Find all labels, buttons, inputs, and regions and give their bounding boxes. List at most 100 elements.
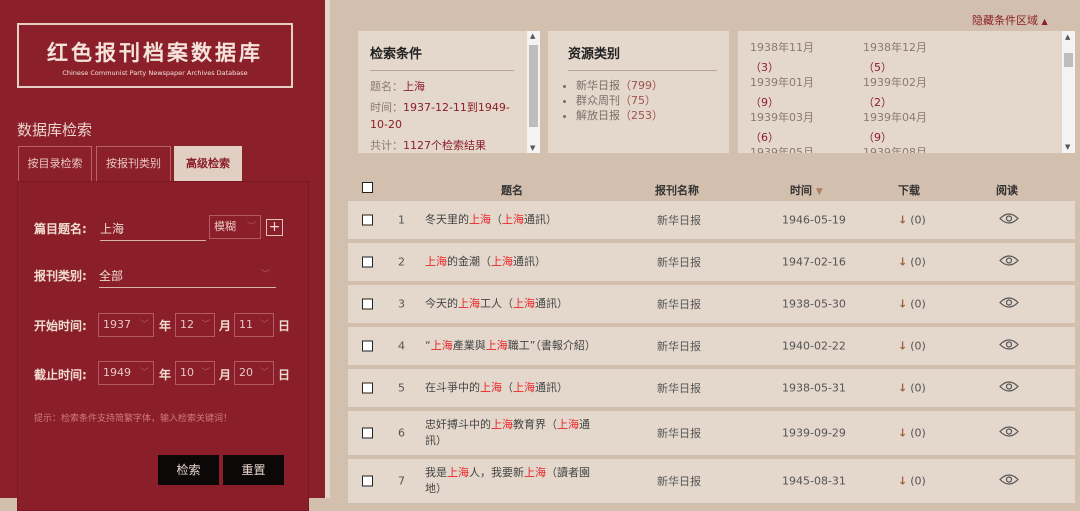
download-button[interactable]: ↓ (0) <box>898 214 926 227</box>
month-scrollbar[interactable]: ▲ ▼ <box>1062 31 1075 153</box>
criteria-title: 检索条件 <box>370 47 423 62</box>
scroll-up-icon[interactable]: ▲ <box>530 32 535 40</box>
reset-button[interactable]: 重置 <box>223 455 284 485</box>
row-checkbox[interactable] <box>362 475 373 487</box>
keyword-highlight: 上海 <box>524 466 546 479</box>
start-month-select[interactable]: 12 ﹀ <box>175 313 215 337</box>
resource-item[interactable]: 新华日报（799） <box>576 78 729 93</box>
scroll-down-icon[interactable]: ▼ <box>530 144 535 152</box>
keyword-highlight: 上海 <box>447 466 469 479</box>
header-time[interactable]: 时间 ▼ <box>790 182 823 198</box>
month-item[interactable]: 1938年11月（3） <box>750 39 863 74</box>
download-arrow-icon: ↓ <box>898 213 908 227</box>
row-checkbox[interactable] <box>362 382 373 394</box>
scroll-down-icon[interactable]: ▼ <box>1065 143 1070 151</box>
row-title[interactable]: “上海產業與上海職工”（書報介紹） <box>425 338 605 354</box>
title-input[interactable]: 上海 <box>100 220 206 241</box>
row-checkbox[interactable] <box>362 298 373 310</box>
row-number: 3 <box>398 297 405 311</box>
row-number: 5 <box>398 381 405 395</box>
download-arrow-icon: ↓ <box>898 474 908 488</box>
month-item[interactable]: 1939年04月（9） <box>863 109 976 144</box>
month-label: 1939年04月 <box>863 111 927 124</box>
row-paper: 新华日报 <box>657 256 701 269</box>
category-value: 全部 <box>99 269 124 283</box>
end-month-select[interactable]: 10 ﹀ <box>175 361 215 385</box>
category-select[interactable]: 全部 ﹀ <box>99 267 276 288</box>
chevron-down-icon: ﹀ <box>200 320 210 330</box>
row-paper: 新华日报 <box>657 298 701 311</box>
start-day-select[interactable]: 11 ﹀ <box>234 313 274 337</box>
read-eye-icon[interactable] <box>999 474 1019 489</box>
row-number: 4 <box>398 339 405 353</box>
resource-item[interactable]: 解放日报（253） <box>576 108 729 123</box>
download-arrow-icon: ↓ <box>898 381 908 395</box>
month-item[interactable]: 1939年01月（9） <box>750 74 863 109</box>
table-row: 6 忠奸搏斗中的上海教育界（上海通訊） 新华日报 1939-09-29 ↓ (0) <box>348 411 1075 457</box>
start-day-value: 11 <box>239 318 253 331</box>
tab-catalog[interactable]: 按目录检索 <box>18 146 92 181</box>
month-unit: 月 <box>219 319 232 333</box>
read-eye-icon[interactable] <box>999 255 1019 270</box>
month-item[interactable]: 1939年08月（9） <box>863 144 976 153</box>
search-button[interactable]: 检索 <box>158 455 219 485</box>
hide-conditions-label: 隐藏条件区域 <box>972 14 1038 27</box>
row-title[interactable]: 上海的金潮（上海通訊） <box>425 254 605 270</box>
row-checkbox[interactable] <box>362 214 373 226</box>
download-button[interactable]: ↓ (0) <box>898 256 926 269</box>
match-mode-select[interactable]: 模糊 ﹀ <box>209 215 261 239</box>
row-date: 1947-02-16 <box>782 255 846 269</box>
divider <box>325 0 330 498</box>
select-all-checkbox[interactable] <box>362 182 373 193</box>
table-row: 1 冬天里的上海（上海通訊） 新华日报 1946-05-19 ↓ (0) <box>348 201 1075 241</box>
read-eye-icon[interactable] <box>999 339 1019 354</box>
scroll-up-icon[interactable]: ▲ <box>1065 33 1070 41</box>
month-label: 1938年11月 <box>750 41 814 54</box>
row-title[interactable]: 在斗爭中的上海（上海通訊） <box>425 380 605 396</box>
tab-advanced[interactable]: 高级检索 <box>174 146 242 181</box>
start-year-select[interactable]: 1937 ﹀ <box>98 313 154 337</box>
resource-item[interactable]: 群众周刊（75） <box>576 93 729 108</box>
end-year-select[interactable]: 1949 ﹀ <box>98 361 154 385</box>
row-number: 2 <box>398 255 405 269</box>
logo[interactable]: 红色报刊档案数据库 Chinese Communist Party Newspa… <box>17 23 293 88</box>
row-title[interactable]: 冬天里的上海（上海通訊） <box>425 212 605 228</box>
row-title[interactable]: 今天的上海工人（上海通訊） <box>425 296 605 312</box>
download-button[interactable]: ↓ (0) <box>898 382 926 395</box>
read-eye-icon[interactable] <box>999 213 1019 228</box>
caret-up-icon: ▲ <box>1041 17 1048 26</box>
end-day-select[interactable]: 20 ﹀ <box>234 361 274 385</box>
row-date: 1945-08-31 <box>782 474 846 488</box>
month-item[interactable]: 1939年03月（6） <box>750 109 863 144</box>
month-item[interactable]: 1938年12月（5） <box>863 39 976 74</box>
download-button[interactable]: ↓ (0) <box>898 475 926 488</box>
month-label: 1939年03月 <box>750 111 814 124</box>
download-count: (0) <box>910 426 926 440</box>
resource-list: 新华日报（799）群众周刊（75）解放日报（253） <box>576 78 729 123</box>
row-date: 1939-09-29 <box>782 426 846 440</box>
row-checkbox[interactable] <box>362 427 373 439</box>
start-time-label: 开始时间: <box>34 319 87 333</box>
hide-conditions-link[interactable]: 隐藏条件区域 ▲ <box>972 12 1048 28</box>
criteria-scrollbar[interactable]: ▲ ▼ <box>527 31 540 153</box>
read-eye-icon[interactable] <box>999 381 1019 396</box>
download-button[interactable]: ↓ (0) <box>898 340 926 353</box>
row-checkbox[interactable] <box>362 256 373 268</box>
read-eye-icon[interactable] <box>999 426 1019 441</box>
row-checkbox[interactable] <box>362 340 373 352</box>
add-condition-button[interactable]: + <box>266 219 283 236</box>
header-time-label: 时间 <box>790 184 812 197</box>
keyword-highlight: 上海 <box>557 418 579 431</box>
row-title[interactable]: 我是上海人，我要新上海（讀者園地） <box>425 465 605 497</box>
month-item[interactable]: 1939年05月（2） <box>750 144 863 153</box>
download-button[interactable]: ↓ (0) <box>898 298 926 311</box>
chevron-down-icon: ﹀ <box>139 320 149 330</box>
download-count: (0) <box>910 474 926 488</box>
table-row: 7 我是上海人，我要新上海（讀者園地） 新华日报 1945-08-31 ↓ (0) <box>348 459 1075 505</box>
month-item[interactable]: 1939年02月（2） <box>863 74 976 109</box>
row-title[interactable]: 忠奸搏斗中的上海教育界（上海通訊） <box>425 417 605 449</box>
keyword-highlight: 上海 <box>458 297 480 310</box>
tab-category[interactable]: 按报刊类别 <box>96 146 171 181</box>
read-eye-icon[interactable] <box>999 297 1019 312</box>
download-button[interactable]: ↓ (0) <box>898 427 926 440</box>
